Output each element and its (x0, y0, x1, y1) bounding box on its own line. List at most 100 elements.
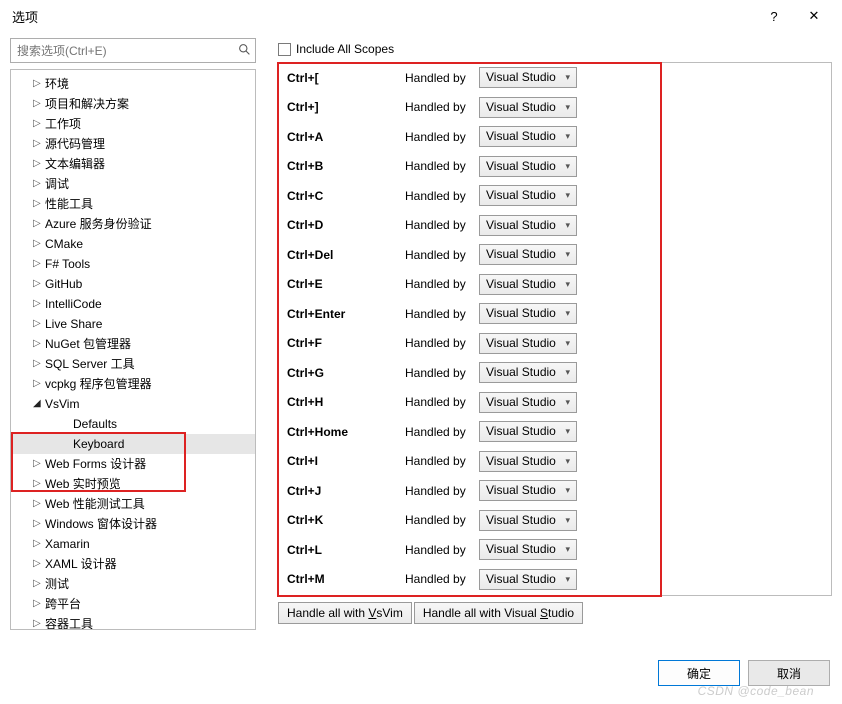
chevron-right-icon[interactable]: ▷ (33, 494, 45, 514)
handler-dropdown[interactable]: Visual Studio▾ (479, 421, 577, 442)
tree-item[interactable]: ▷Web 实时预览 (11, 474, 255, 494)
handler-dropdown[interactable]: Visual Studio▾ (479, 392, 577, 413)
handler-dropdown[interactable]: Visual Studio▾ (479, 185, 577, 206)
handler-dropdown[interactable]: Visual Studio▾ (479, 362, 577, 383)
options-tree[interactable]: ▷环境▷项目和解决方案▷工作项▷源代码管理▷文本编辑器▷调试▷性能工具▷Azur… (10, 69, 256, 630)
chevron-right-icon[interactable]: ▷ (33, 514, 45, 534)
search-box[interactable] (10, 38, 256, 63)
handler-dropdown[interactable]: Visual Studio▾ (479, 510, 577, 531)
chevron-right-icon[interactable]: ▷ (33, 294, 45, 314)
tree-item[interactable]: ▷XAML 设计器 (11, 554, 255, 574)
include-scopes-checkbox[interactable] (278, 43, 291, 56)
binding-keystroke: Ctrl+M (287, 572, 405, 586)
binding-keystroke: Ctrl+L (287, 543, 405, 557)
chevron-down-icon[interactable]: ◢ (33, 394, 45, 414)
tree-item[interactable]: ▷Web Forms 设计器 (11, 454, 255, 474)
handler-dropdown[interactable]: Visual Studio▾ (479, 156, 577, 177)
chevron-right-icon[interactable]: ▷ (33, 574, 45, 594)
handler-dropdown-value: Visual Studio (486, 304, 556, 323)
chevron-right-icon[interactable]: ▷ (33, 94, 45, 114)
tree-item[interactable]: ▷文本编辑器 (11, 154, 255, 174)
handle-all-visualstudio-button[interactable]: Handle all with Visual Studio (414, 602, 583, 624)
handle-all-vsvim-button[interactable]: Handle all with VsVim (278, 602, 412, 624)
chevron-right-icon[interactable]: ▷ (33, 174, 45, 194)
chevron-right-icon[interactable]: ▷ (33, 334, 45, 354)
handler-dropdown[interactable]: Visual Studio▾ (479, 303, 577, 324)
handler-dropdown[interactable]: Visual Studio▾ (479, 97, 577, 118)
handler-dropdown[interactable]: Visual Studio▾ (479, 215, 577, 236)
chevron-right-icon[interactable]: ▷ (33, 454, 45, 474)
binding-keystroke: Ctrl+E (287, 277, 405, 291)
tree-item[interactable]: ▷NuGet 包管理器 (11, 334, 255, 354)
tree-item[interactable]: Keyboard (11, 434, 255, 454)
chevron-right-icon[interactable]: ▷ (33, 534, 45, 554)
tree-item-label: Live Share (45, 314, 102, 334)
handler-dropdown[interactable]: Visual Studio▾ (479, 274, 577, 295)
handler-dropdown[interactable]: Visual Studio▾ (479, 67, 577, 88)
chevron-right-icon[interactable]: ▷ (33, 234, 45, 254)
chevron-down-icon: ▾ (565, 275, 570, 294)
tree-item[interactable]: ▷SQL Server 工具 (11, 354, 255, 374)
chevron-right-icon[interactable]: ▷ (33, 354, 45, 374)
tree-item[interactable]: ▷源代码管理 (11, 134, 255, 154)
chevron-right-icon[interactable]: ▷ (33, 214, 45, 234)
handler-dropdown[interactable]: Visual Studio▾ (479, 451, 577, 472)
chevron-right-icon[interactable]: ▷ (33, 314, 45, 334)
tree-item[interactable]: ▷性能工具 (11, 194, 255, 214)
include-scopes-row[interactable]: Include All Scopes (278, 40, 832, 58)
chevron-right-icon[interactable]: ▷ (33, 114, 45, 134)
cancel-button[interactable]: 取消 (748, 660, 830, 686)
chevron-right-icon[interactable]: ▷ (33, 74, 45, 94)
handler-dropdown-value: Visual Studio (486, 245, 556, 264)
handled-by-label: Handled by (405, 248, 479, 262)
chevron-right-icon[interactable]: ▷ (33, 194, 45, 214)
tree-item[interactable]: ▷CMake (11, 234, 255, 254)
chevron-right-icon[interactable]: ▷ (33, 594, 45, 614)
tree-item[interactable]: ▷项目和解决方案 (11, 94, 255, 114)
chevron-right-icon[interactable]: ▷ (33, 274, 45, 294)
tree-item[interactable]: ▷Windows 窗体设计器 (11, 514, 255, 534)
tree-item[interactable]: ▷GitHub (11, 274, 255, 294)
binding-keystroke: Ctrl+] (287, 100, 405, 114)
binding-row: Ctrl+AHandled byVisual Studio▾ (279, 122, 831, 152)
handler-dropdown[interactable]: Visual Studio▾ (479, 480, 577, 501)
handler-dropdown-value: Visual Studio (486, 511, 556, 530)
tree-item[interactable]: ▷环境 (11, 74, 255, 94)
chevron-right-icon[interactable]: ▷ (33, 374, 45, 394)
chevron-right-icon[interactable]: ▷ (33, 474, 45, 494)
tree-item[interactable]: ▷Live Share (11, 314, 255, 334)
ok-button[interactable]: 确定 (658, 660, 740, 686)
tree-item[interactable]: ▷测试 (11, 574, 255, 594)
chevron-right-icon[interactable]: ▷ (33, 154, 45, 174)
tree-item[interactable]: Defaults (11, 414, 255, 434)
help-button[interactable]: ? (754, 9, 794, 24)
tree-item[interactable]: ▷容器工具 (11, 614, 255, 630)
include-scopes-label: Include All Scopes (296, 42, 394, 56)
tree-item[interactable]: ▷Xamarin (11, 534, 255, 554)
tree-item[interactable]: ▷IntelliCode (11, 294, 255, 314)
tree-item[interactable]: ▷F# Tools (11, 254, 255, 274)
close-button[interactable]: ✕ (794, 8, 834, 24)
handled-by-label: Handled by (405, 71, 479, 85)
tree-item[interactable]: ▷调试 (11, 174, 255, 194)
binding-keystroke: Ctrl+F (287, 336, 405, 350)
tree-item[interactable]: ▷Azure 服务身份验证 (11, 214, 255, 234)
tree-item[interactable]: ▷跨平台 (11, 594, 255, 614)
tree-item[interactable]: ◢VsVim (11, 394, 255, 414)
tree-item[interactable]: ▷vcpkg 程序包管理器 (11, 374, 255, 394)
tree-item[interactable]: ▷工作项 (11, 114, 255, 134)
handler-dropdown-value: Visual Studio (486, 334, 556, 353)
keyboard-bindings-list[interactable]: Ctrl+[Handled byVisual Studio▾Ctrl+]Hand… (278, 62, 832, 596)
handler-dropdown[interactable]: Visual Studio▾ (479, 333, 577, 354)
chevron-down-icon: ▾ (565, 570, 570, 589)
handler-dropdown[interactable]: Visual Studio▾ (479, 244, 577, 265)
handler-dropdown[interactable]: Visual Studio▾ (479, 539, 577, 560)
chevron-right-icon[interactable]: ▷ (33, 614, 45, 630)
chevron-right-icon[interactable]: ▷ (33, 134, 45, 154)
chevron-right-icon[interactable]: ▷ (33, 554, 45, 574)
handler-dropdown[interactable]: Visual Studio▾ (479, 126, 577, 147)
search-input[interactable] (11, 40, 233, 62)
chevron-right-icon[interactable]: ▷ (33, 254, 45, 274)
handler-dropdown[interactable]: Visual Studio▾ (479, 569, 577, 590)
tree-item[interactable]: ▷Web 性能测试工具 (11, 494, 255, 514)
